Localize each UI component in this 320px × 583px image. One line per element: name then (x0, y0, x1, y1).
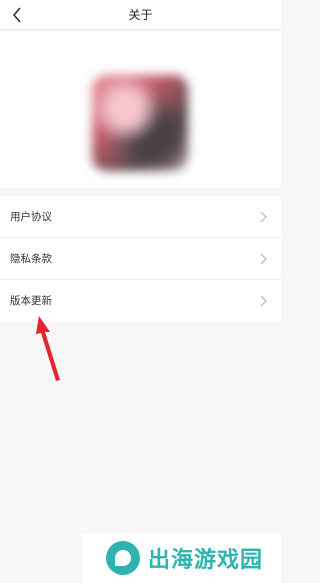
red-arrow-icon (36, 316, 60, 381)
page-title: 关于 (128, 8, 153, 22)
chevron-right-icon (260, 295, 267, 307)
app-logo (92, 75, 188, 171)
top-nav-bar: 关于 (0, 0, 281, 30)
watermark-logo-icon (106, 541, 140, 575)
watermark-text: 出海游戏园 (148, 548, 264, 573)
settings-menu: 用户协议 隐私条款 版本更新 (0, 196, 281, 322)
chevron-right-icon (260, 211, 267, 223)
app-info-section (0, 31, 281, 188)
menu-item-label: 隐私条款 (10, 253, 52, 265)
chevron-right-icon (260, 253, 267, 265)
menu-item-user-agreement[interactable]: 用户协议 (0, 196, 281, 238)
menu-item-privacy-policy[interactable]: 隐私条款 (0, 238, 281, 280)
watermark: 出海游戏园 (82, 533, 281, 583)
menu-item-label: 用户协议 (10, 211, 52, 223)
